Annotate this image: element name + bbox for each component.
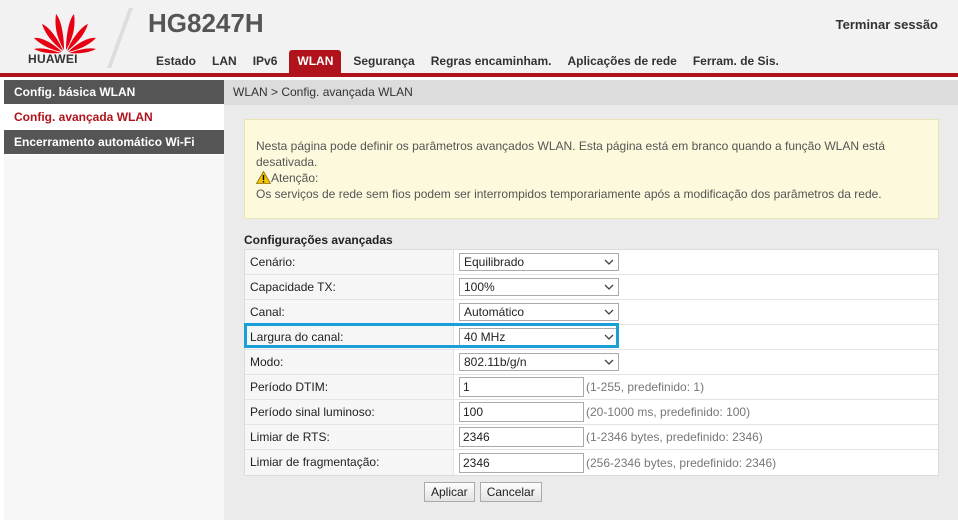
nav-item-ipv6[interactable]: IPv6 [245,50,286,73]
channel-width-label: Largura do canal: [245,325,454,349]
dtim-label: Período DTIM: [245,375,454,399]
advanced-settings-table: Cenário: Equilibrado Capacidade TX: 100%… [244,249,939,476]
table-row: Largura do canal: 40 MHz [245,325,938,350]
dtim-hint: (1-255, predefinido: 1) [586,380,705,394]
sidebar-item-wifi-auto-off[interactable]: Encerramento automático Wi-Fi [4,130,224,155]
apply-button[interactable]: Aplicar [424,482,475,502]
sidebar-item-advanced-wlan[interactable]: Config. avançada WLAN [4,105,224,130]
table-row: Capacidade TX: 100% [245,275,938,300]
warning-text: Os serviços de rede sem fios podem ser i… [256,187,882,201]
beacon-label: Período sinal luminoso: [245,400,454,424]
tx-capacity-value: 100% [464,280,495,294]
chevron-down-icon [604,309,614,315]
mode-value: 802.11b/g/n [464,355,527,369]
tx-capacity-label: Capacidade TX: [245,275,454,299]
device-model: HG8247H [148,8,264,38]
button-bar: Aplicar Cancelar [424,482,542,502]
sidebar: Config. básica WLAN Config. avançada WLA… [4,80,224,520]
beacon-input[interactable]: 100 [459,402,584,422]
beacon-hint: (20-1000 ms, predefinido: 100) [586,405,751,419]
frag-label: Limiar de fragmentação: [245,450,454,475]
breadcrumb: WLAN > Config. avançada WLAN [224,80,958,105]
dtim-input[interactable]: 1 [459,377,584,397]
mode-select[interactable]: 802.11b/g/n [459,353,619,371]
header-divider [107,8,133,68]
chevron-down-icon [604,359,614,365]
header: HUAWEI HG8247H Terminar sessão Estado LA… [0,0,958,77]
section-title: Configurações avançadas [244,233,393,247]
nav-item-estado[interactable]: Estado [148,50,204,73]
chevron-down-icon [604,334,614,340]
rts-hint: (1-2346 bytes, predefinido: 2346) [586,430,763,444]
channel-label: Canal: [245,300,454,324]
warning-triangle-icon [256,171,271,184]
brand-name: HUAWEI [28,52,78,66]
mode-label: Modo: [245,350,454,374]
rts-label: Limiar de RTS: [245,425,454,449]
frag-input[interactable]: 2346 [459,452,584,473]
table-row: Modo: 802.11b/g/n [245,350,938,375]
info-box: Nesta página pode definir os parâmetros … [244,119,939,219]
logout-link[interactable]: Terminar sessão [836,17,938,32]
warning-line: Atenção: [256,170,928,186]
chevron-down-icon [604,284,614,290]
chevron-down-icon [604,259,614,265]
nav-item-lan[interactable]: LAN [204,50,245,73]
nav-item-ferramentas[interactable]: Ferram. de Sis. [685,50,787,73]
sidebar-item-basic-wlan[interactable]: Config. básica WLAN [4,80,224,105]
table-row: Cenário: Equilibrado [245,250,938,275]
table-row: Período DTIM: 1 (1-255, predefinido: 1) [245,375,938,400]
rts-input[interactable]: 2346 [459,427,584,447]
main-content: Nesta página pode definir os parâmetros … [224,105,958,520]
scenario-label: Cenário: [245,250,454,274]
nav-item-aplicacoes[interactable]: Aplicações de rede [559,50,684,73]
tx-capacity-select[interactable]: 100% [459,278,619,296]
channel-select[interactable]: Automático [459,303,619,321]
info-text: Nesta página pode definir os parâmetros … [256,139,886,169]
top-nav: Estado LAN IPv6 WLAN Segurança Regras en… [148,50,787,73]
scenario-value: Equilibrado [464,255,525,269]
table-row: Período sinal luminoso: 100 (20-1000 ms,… [245,400,938,425]
channel-width-select[interactable]: 40 MHz [459,328,619,346]
nav-item-seguranca[interactable]: Segurança [345,50,422,73]
table-row: Canal: Automático [245,300,938,325]
nav-item-regras[interactable]: Regras encaminham. [423,50,560,73]
cancel-button[interactable]: Cancelar [479,482,542,502]
frag-hint: (256-2346 bytes, predefinido: 2346) [586,455,777,470]
channel-value: Automático [464,305,525,319]
table-row: Limiar de fragmentação: 2346 (256-2346 b… [245,450,938,475]
channel-width-value: 40 MHz [464,330,506,344]
table-row: Limiar de RTS: 2346 (1-2346 bytes, prede… [245,425,938,450]
nav-item-wlan[interactable]: WLAN [289,50,342,73]
warning-label: Atenção: [271,171,319,185]
scenario-select[interactable]: Equilibrado [459,253,619,271]
